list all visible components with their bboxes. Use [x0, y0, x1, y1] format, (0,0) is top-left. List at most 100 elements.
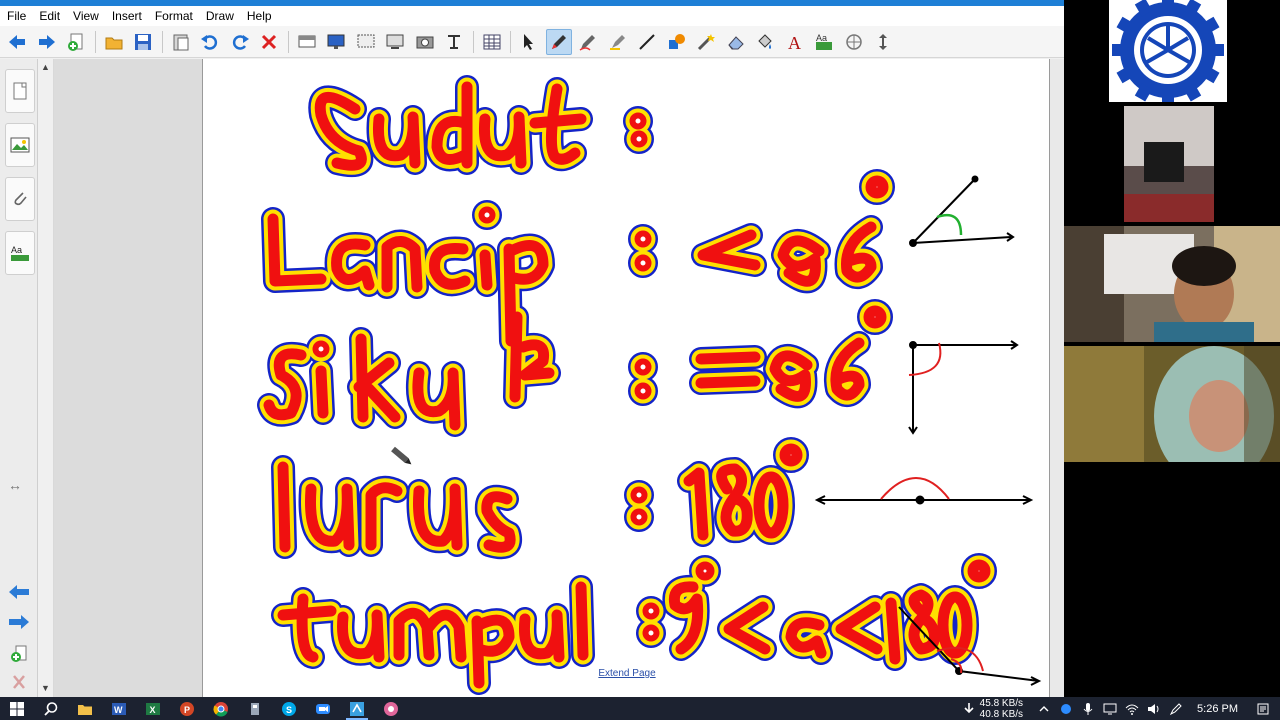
magic-pen-icon[interactable] — [693, 29, 719, 55]
skype-icon[interactable]: S — [272, 697, 306, 720]
screen-shade-icon[interactable] — [294, 29, 320, 55]
text-icon[interactable]: A — [782, 29, 808, 55]
video-conference-panel — [1064, 0, 1280, 697]
windows-start-icon[interactable] — [0, 697, 34, 720]
monitor-icon[interactable] — [1099, 697, 1121, 720]
paperclip-icon — [14, 192, 27, 206]
next-page-icon[interactable] — [6, 611, 32, 633]
paste-icon[interactable] — [168, 29, 194, 55]
table-icon[interactable] — [479, 29, 505, 55]
page-sorter-icon — [13, 82, 27, 100]
properties-tab-icon: Aa — [11, 245, 29, 261]
app-icon[interactable] — [238, 697, 272, 720]
page-sorter-area — [54, 59, 202, 697]
scroll-up-icon[interactable]: ▲ — [41, 62, 50, 72]
zoom-icon[interactable] — [306, 697, 340, 720]
add-page-icon[interactable] — [63, 29, 89, 55]
participant-video-2[interactable] — [1124, 106, 1214, 222]
back-arrow-icon[interactable] — [4, 29, 30, 55]
line-icon[interactable] — [634, 29, 660, 55]
screen-capture-icon[interactable] — [382, 29, 408, 55]
open-folder-icon[interactable] — [101, 29, 127, 55]
svg-text:A: A — [788, 33, 801, 52]
shapes-icon[interactable] — [664, 29, 690, 55]
measurement-icon[interactable] — [841, 29, 867, 55]
download-arrow-icon — [958, 697, 980, 720]
menu-help[interactable]: Help — [247, 9, 272, 23]
creative-pen-icon[interactable] — [575, 29, 601, 55]
participant-video-4[interactable] — [1064, 346, 1280, 462]
extend-page-link[interactable]: Extend Page — [203, 668, 1051, 679]
straight-angle-diagram — [814, 477, 1034, 505]
svg-text:S: S — [286, 705, 292, 715]
canvas-margin — [1050, 59, 1064, 697]
eraser-icon[interactable] — [723, 29, 749, 55]
move-toolbar-icon[interactable] — [870, 29, 896, 55]
undo-icon[interactable] — [197, 29, 223, 55]
delete-icon[interactable] — [256, 29, 282, 55]
pen-tray-icon[interactable] — [1165, 697, 1187, 720]
microphone-icon[interactable] — [1077, 697, 1099, 720]
system-tray: 45.8 KB/s 40.8 KB/s 5:26 PM — [958, 697, 1280, 720]
gallery-tab[interactable] — [5, 123, 35, 167]
previous-page-icon[interactable] — [6, 581, 32, 603]
resize-handle-icon[interactable]: ↔ — [8, 477, 22, 493]
word-icon[interactable]: W — [102, 697, 136, 720]
school-logo-tile[interactable] — [1109, 0, 1227, 102]
delete-page-side-icon[interactable] — [6, 671, 32, 693]
volume-icon[interactable] — [1143, 697, 1165, 720]
wifi-icon[interactable] — [1121, 697, 1143, 720]
smart-notebook-window: File Edit View Insert Format Draw Help A… — [0, 0, 1064, 697]
menu-format[interactable]: Format — [155, 9, 193, 23]
excel-icon[interactable]: X — [136, 697, 170, 720]
fill-icon[interactable] — [752, 29, 778, 55]
capture-icon[interactable] — [353, 29, 379, 55]
text-cursor-icon[interactable] — [441, 29, 467, 55]
network-up-speed: 45.8 KB/s — [979, 697, 1024, 709]
menu-draw[interactable]: Draw — [206, 9, 234, 23]
page-sorter-tab[interactable] — [5, 69, 35, 113]
browser-icon[interactable] — [374, 697, 408, 720]
attachments-tab[interactable] — [5, 177, 35, 221]
menu-insert[interactable]: Insert — [112, 9, 142, 23]
powerpoint-icon[interactable]: P — [170, 697, 204, 720]
camera-icon[interactable] — [412, 29, 438, 55]
forward-arrow-icon[interactable] — [34, 29, 60, 55]
svg-text:Aa: Aa — [11, 245, 22, 255]
smartboard-icon[interactable] — [340, 697, 374, 720]
network-down-speed: 40.8 KB/s — [979, 708, 1024, 720]
toolbar: A Aa — [0, 26, 1064, 58]
redo-icon[interactable] — [227, 29, 253, 55]
highlighter-icon[interactable] — [605, 29, 631, 55]
chrome-icon[interactable] — [204, 697, 238, 720]
vertical-scrollbar[interactable]: ▲ ▼ — [38, 59, 54, 697]
display-icon[interactable] — [323, 29, 349, 55]
search-icon[interactable] — [34, 697, 68, 720]
scroll-down-icon[interactable]: ▼ — [41, 683, 50, 693]
pen-cursor-icon — [391, 446, 412, 465]
windows-taskbar: W X P S 45.8 KB/s 40.8 KB/s 5:26 PM — [0, 697, 1280, 720]
participant-video-3[interactable] — [1064, 226, 1280, 342]
pen-icon[interactable] — [545, 28, 572, 55]
clock[interactable]: 5:26 PM — [1197, 703, 1238, 715]
save-icon[interactable] — [130, 29, 156, 55]
gallery-icon — [10, 137, 30, 153]
file-explorer-icon[interactable] — [68, 697, 102, 720]
menu-view[interactable]: View — [73, 9, 99, 23]
menu-bar: File Edit View Insert Format Draw Help — [0, 6, 1064, 26]
menu-edit[interactable]: Edit — [39, 9, 60, 23]
tray-app-icon[interactable] — [1055, 697, 1077, 720]
school-logo-icon — [1112, 0, 1224, 102]
add-page-side-icon[interactable] — [6, 643, 32, 665]
screen: File Edit View Insert Format Draw Help A… — [0, 0, 1280, 720]
properties-tab[interactable]: Aa — [5, 231, 35, 275]
show-hidden-icons-icon[interactable] — [1033, 697, 1055, 720]
menu-file[interactable]: File — [7, 9, 26, 23]
select-pointer-icon[interactable] — [516, 29, 542, 55]
svg-text:P: P — [184, 705, 190, 715]
notifications-icon[interactable] — [1252, 697, 1274, 720]
properties-icon[interactable]: Aa — [811, 29, 837, 55]
right-angle-diagram — [908, 340, 1019, 435]
whiteboard-canvas[interactable]: Extend Page — [202, 59, 1050, 697]
network-speed: 45.8 KB/s 40.8 KB/s — [980, 698, 1023, 720]
